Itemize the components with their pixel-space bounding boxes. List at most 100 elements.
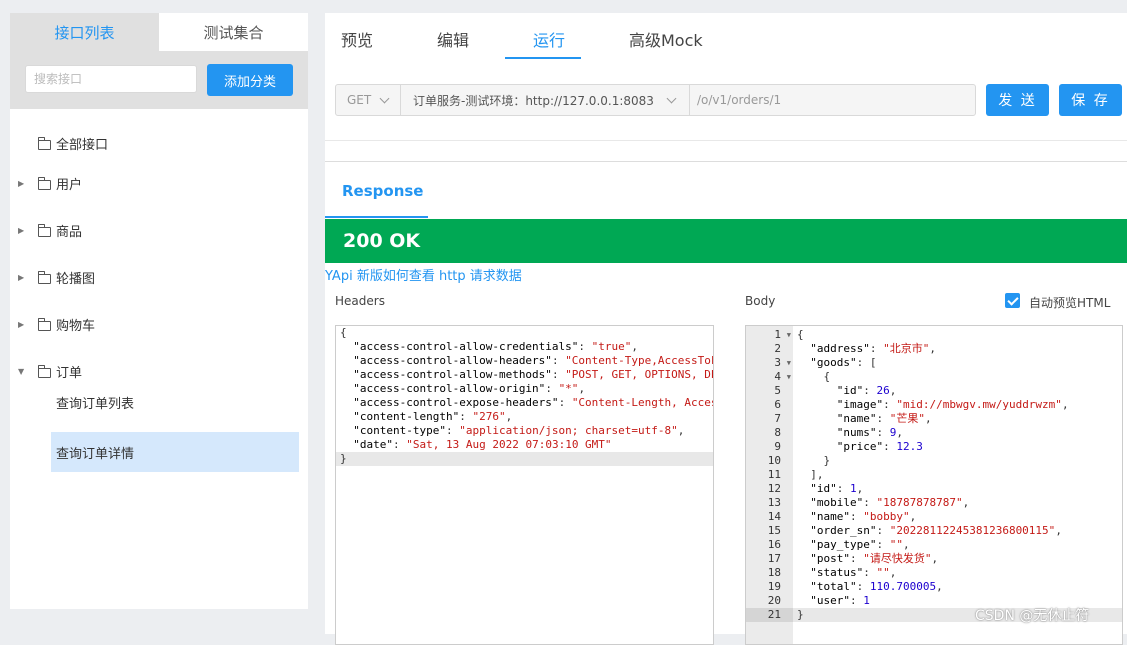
sidebar-search-bar: 添加分类 [10,51,308,109]
fold-toggle-icon[interactable]: ▼ [787,356,791,370]
chevron-down-icon [666,93,677,104]
line-number: 3 ▼ [774,356,791,370]
body-label: Body [745,294,776,308]
line-number: 17 [767,552,781,565]
code-line: } [797,454,831,467]
tree-item-1[interactable]: ▶ 用户 [10,168,308,198]
tree-item-label: 全部接口 [56,137,109,153]
send-button[interactable]: 发 送 [986,84,1049,116]
tree-item-label: 商品 [56,224,83,240]
chevron-down-icon [379,93,390,104]
tree-item-label: 轮播图 [56,271,96,287]
caret-down-icon[interactable]: ▼ [18,367,24,376]
path-input[interactable]: /o/v1/orders/1 [697,85,781,115]
yapi-help-link[interactable]: YApi 新版如何查看 http 请求数据 [325,265,522,284]
search-input[interactable] [25,65,197,93]
caret-right-icon[interactable]: ▶ [18,226,24,235]
tree-item-2[interactable]: ▶ 商品 [10,215,308,245]
folder-icon [38,365,51,378]
line-number: 14 [767,510,781,523]
code-line: "goods": [ [810,356,877,369]
line-number-gutter: 1 ▼ 2 3 ▼ 4 ▼ 5 6 7 8 9 10 11 12 13 14 15 16 17 18 19 20 21 [746,326,793,644]
sidebar-subitem-label: 查询订单列表 [56,396,135,412]
method-value: GET [347,93,372,107]
headers-editor[interactable]: { "access-control-allow-credentials": "t… [335,325,714,645]
line-number: 15 [767,524,781,537]
tab-advanced-mock[interactable]: 高级Mock [629,27,703,51]
code-line: "pay_type": "", [810,538,910,551]
auto-preview-checkbox[interactable] [1005,293,1020,308]
tab-response[interactable]: Response [342,182,423,200]
caret-right-icon[interactable]: ▶ [18,179,24,188]
code-line: "post": "请尽快发货", [810,552,939,565]
line-number: 9 [774,440,781,453]
response-tab-indicator [325,216,428,218]
code-line: "order_sn": "20228112245381236800115", [810,524,1062,537]
code-line: "access-control-allow-credentials": "tru… [353,340,639,353]
tab-interface-list[interactable]: 接口列表 [10,13,159,51]
line-number: 2 [774,342,781,355]
tree-item-0[interactable]: 全部接口 [10,128,308,158]
code-line: "date": "Sat, 13 Aug 2022 07:03:10 GMT" [353,438,612,451]
code-line: "price": 12.3 [836,440,923,453]
auto-preview-label: 自动预览HTML [1029,296,1111,310]
code-line: "total": 110.700005, [810,580,943,593]
code-line: "access-control-allow-origin": "*", [353,382,586,395]
line-number: 1 ▼ [774,328,791,342]
tree-item-label: 订单 [56,365,83,381]
tab-test-collection[interactable]: 测试集合 [159,13,308,51]
code-line: "access-control-allow-methods": "POST, G… [353,368,714,381]
code-line: { [797,328,804,341]
tree-item-4[interactable]: ▶ 购物车 [10,309,308,339]
line-number: 21 [746,608,793,622]
active-tab-indicator [505,57,581,59]
fold-toggle-icon[interactable]: ▼ [787,370,791,384]
caret-right-icon[interactable]: ▶ [18,273,24,282]
code-line: { [797,370,831,383]
sidebar-tabs: 接口列表 测试集合 [10,13,308,51]
status-badge: 200 OK [325,219,1127,263]
save-button[interactable]: 保 存 [1059,84,1122,116]
code-line: { [340,326,347,339]
line-number: 7 [774,412,781,425]
tree-item-label: 购物车 [56,318,96,334]
folder-icon [38,224,51,237]
code-line: "name": "bobby", [810,510,917,523]
method-select[interactable]: GET [336,85,401,115]
line-number: 11 [767,468,781,481]
sidebar-subitem-label: 查询订单详情 [56,446,135,462]
tab-preview[interactable]: 预览 [341,27,373,51]
line-number: 18 [767,566,781,579]
tab-run[interactable]: 运行 [533,27,565,51]
divider [325,140,1127,141]
page-tabs: 预览 编辑 运行 高级Mock [325,13,1127,63]
line-number: 20 [767,594,781,607]
code-line: "content-type": "application/json; chars… [353,424,685,437]
code-line: "id": 1, [810,482,864,495]
folder-icon [38,137,51,150]
tab-edit[interactable]: 编辑 [437,27,469,51]
fold-toggle-icon[interactable]: ▼ [787,328,791,342]
code-line: "nums": 9, [836,426,903,439]
code-line: "access-control-expose-headers": "Conten… [353,396,714,409]
body-editor[interactable]: 1 ▼ 2 3 ▼ 4 ▼ 5 6 7 8 9 10 11 12 13 14 15 16 17 18 19 20 21 { "… [745,325,1123,645]
folder-icon [38,271,51,284]
code-line: } [797,608,804,621]
response-area: Response 200 OK YApi 新版如何查看 http 请求数据 He… [325,161,1127,645]
interface-sidebar: 接口列表 测试集合 添加分类 全部接口 ▶ 用户 ▶ 商品 ▶ 轮播图 ▶ 购物车 ▼ 订单查询订单… [10,13,308,609]
folder-icon [38,177,51,190]
line-number: 19 [767,580,781,593]
env-select[interactable]: 订单服务-测试环境：http://127.0.0.1:8083 [400,85,690,115]
caret-right-icon[interactable]: ▶ [18,320,24,329]
env-value: 订单服务-测试环境：http://127.0.0.1:8083 [413,93,654,108]
status-text: 200 OK [343,230,421,252]
tree-item-3[interactable]: ▶ 轮播图 [10,262,308,292]
code-line: "name": "芒果", [836,412,932,425]
sidebar-subitem-1[interactable]: 查询订单详情 [51,432,299,472]
code-line: ], [797,468,824,481]
line-number: 16 [767,538,781,551]
sidebar-subitem-0[interactable]: 查询订单列表 [51,382,299,422]
line-number: 8 [774,426,781,439]
add-category-button[interactable]: 添加分类 [207,64,293,96]
code-line: } [336,452,713,466]
